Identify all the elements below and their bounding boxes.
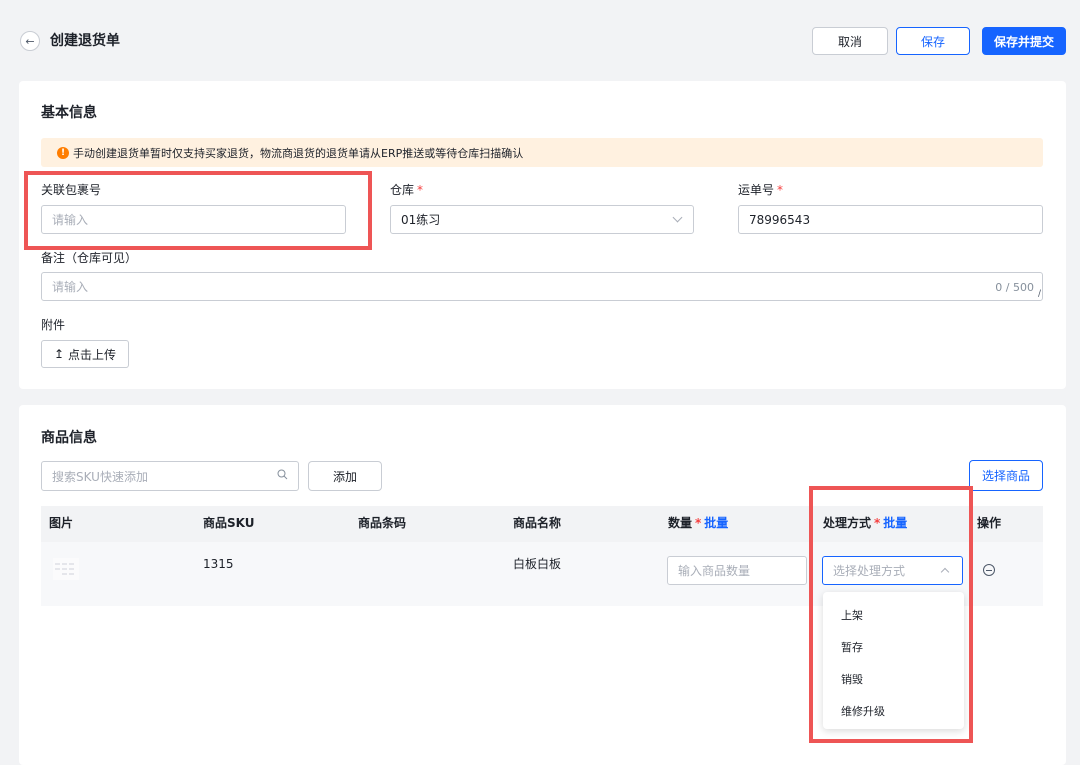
attachment-label: 附件	[41, 318, 66, 332]
basic-info-title: 基本信息	[41, 105, 97, 121]
remark-label: 备注（仓库可见）	[41, 251, 138, 265]
handling-option-destroy[interactable]: 销毁	[823, 664, 964, 696]
package-no-label: 关联包裹号	[41, 183, 102, 197]
handling-select[interactable]: 选择处理方式	[822, 556, 963, 585]
remove-row-icon[interactable]	[983, 564, 995, 576]
add-button[interactable]: 添加	[308, 461, 382, 491]
warehouse-select[interactable]: 01练习	[390, 205, 694, 234]
sku-search-placeholder: 搜索SKU快速添加	[52, 469, 148, 484]
notice-text: 手动创建退货单暂时仅支持买家退货，物流商退货的退货单请从ERP推送或等待仓库扫描…	[73, 146, 524, 160]
required-mark: *	[777, 183, 784, 197]
page-title: 创建退货单	[50, 33, 120, 49]
required-mark: *	[695, 516, 702, 530]
product-thumbnail	[53, 558, 79, 580]
char-counter: 0 / 500	[995, 281, 1034, 294]
col-handling: 处理方式 * 批量	[823, 516, 908, 530]
remark-placeholder: 请输入	[52, 280, 89, 294]
col-name: 商品名称	[513, 516, 562, 530]
upload-label: 点击上传	[68, 347, 117, 362]
search-icon[interactable]	[277, 469, 288, 480]
product-info-title: 商品信息	[41, 430, 97, 446]
info-icon: !	[57, 146, 69, 159]
chevron-down-icon	[672, 212, 683, 223]
handling-option-repair[interactable]: 维修升级	[823, 696, 964, 728]
handling-option-shelve[interactable]: 上架	[823, 600, 964, 632]
col-sku: 商品SKU	[203, 516, 255, 530]
chevron-up-icon	[940, 567, 950, 577]
row-sku: 1315	[203, 557, 234, 571]
upload-button[interactable]: ↥ 点击上传	[41, 340, 129, 368]
warehouse-value: 01练习	[401, 213, 441, 227]
remark-textarea[interactable]: 请输入 0 / 500 ∕	[41, 272, 1043, 301]
package-no-input[interactable]: 请输入	[41, 205, 346, 234]
save-button[interactable]: 保存	[896, 27, 970, 55]
col-image: 图片	[49, 516, 74, 530]
back-arrow-icon[interactable]: ←	[20, 31, 40, 51]
warehouse-label: 仓库 *	[390, 183, 424, 197]
cancel-button[interactable]: 取消	[812, 27, 888, 55]
save-and-submit-button[interactable]: 保存并提交	[982, 27, 1066, 55]
select-products-button[interactable]: 选择商品	[969, 460, 1043, 491]
resize-handle-icon[interactable]: ∕	[1038, 290, 1041, 299]
required-mark: *	[874, 516, 881, 530]
col-actions: 操作	[977, 516, 1002, 530]
required-mark: *	[417, 183, 424, 197]
row-product-name: 白板白板	[513, 557, 562, 571]
batch-quantity-link[interactable]: 批量	[704, 516, 728, 530]
basic-info-card	[19, 81, 1066, 389]
upload-icon: ↥	[53, 347, 65, 361]
package-no-placeholder: 请输入	[52, 213, 89, 227]
handling-option-hold[interactable]: 暂存	[823, 632, 964, 664]
batch-handling-link[interactable]: 批量	[883, 516, 907, 530]
tracking-no-input[interactable]: 78996543	[738, 205, 1043, 234]
col-barcode: 商品条码	[358, 516, 407, 530]
tracking-no-value: 78996543	[749, 212, 811, 227]
sku-search-input[interactable]: 搜索SKU快速添加	[41, 461, 299, 491]
handling-placeholder: 选择处理方式	[833, 564, 906, 578]
handling-dropdown: 上架 暂存 销毁 维修升级	[823, 592, 964, 729]
tracking-no-label: 运单号 *	[738, 183, 784, 197]
quantity-input[interactable]: 输入商品数量	[667, 556, 807, 585]
quantity-placeholder: 输入商品数量	[678, 564, 751, 578]
col-quantity: 数量 * 批量	[668, 516, 729, 530]
notice-banner: ! 手动创建退货单暂时仅支持买家退货，物流商退货的退货单请从ERP推送或等待仓库…	[41, 138, 1043, 167]
